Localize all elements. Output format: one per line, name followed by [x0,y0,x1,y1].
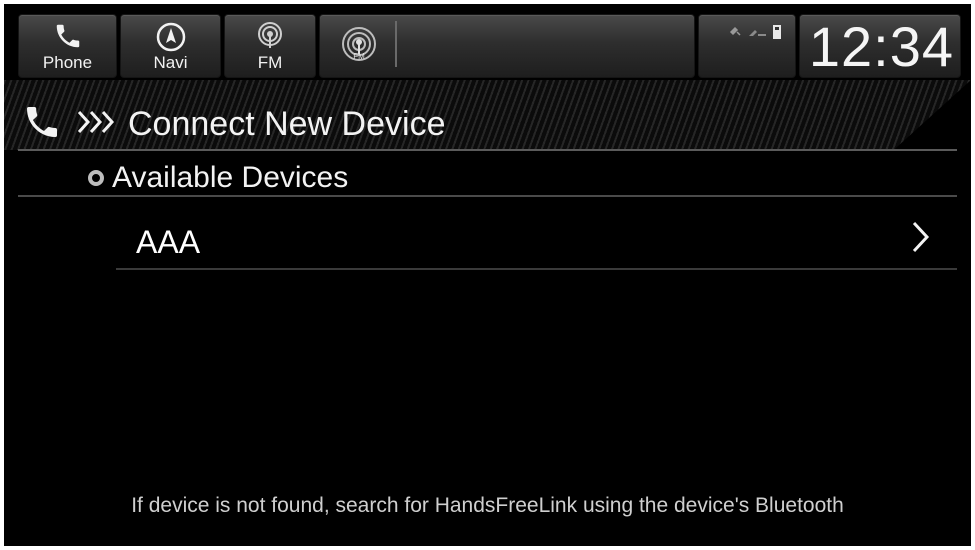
breadcrumb: Connect New Device [22,102,445,147]
fm-label: FM [257,53,283,72]
title-divider [18,149,957,151]
breadcrumb-chevrons-icon [76,108,120,141]
title-bar: Connect New Device [4,80,971,150]
navi-label: Navi [153,53,188,72]
page-title: Connect New Device [128,105,446,143]
head-unit-screen: Phone Navi FM FM 12:34 Connect New Devic… [4,4,971,546]
phone-icon [53,21,83,56]
device-name: AAA [136,224,201,260]
list-item[interactable]: AAA [116,202,957,270]
section-title: Available Devices [112,161,349,194]
section-header: Available Devices [88,161,348,195]
audio-source-bar[interactable]: FM [319,14,695,78]
fm-radio-icon: FM [340,25,378,68]
phone-label: Phone [42,53,93,72]
status-area [698,14,796,78]
section-divider [18,195,957,197]
fm-button[interactable]: FM [224,14,316,78]
footer-hint: If device is not found, search for Hands… [131,494,844,517]
searching-indicator-icon [88,170,104,186]
divider [395,21,397,67]
chevron-right-icon [911,220,931,259]
top-bar: Phone Navi FM FM 12:34 [4,4,971,80]
phone-button[interactable]: Phone [18,14,117,78]
navi-button[interactable]: Navi [120,14,221,78]
fm-radio-icon-text: FM [353,52,365,61]
clock: 12:34 [808,15,954,78]
clock-area: 12:34 [799,14,961,78]
status-icons [727,23,787,46]
phone-icon [22,102,62,147]
